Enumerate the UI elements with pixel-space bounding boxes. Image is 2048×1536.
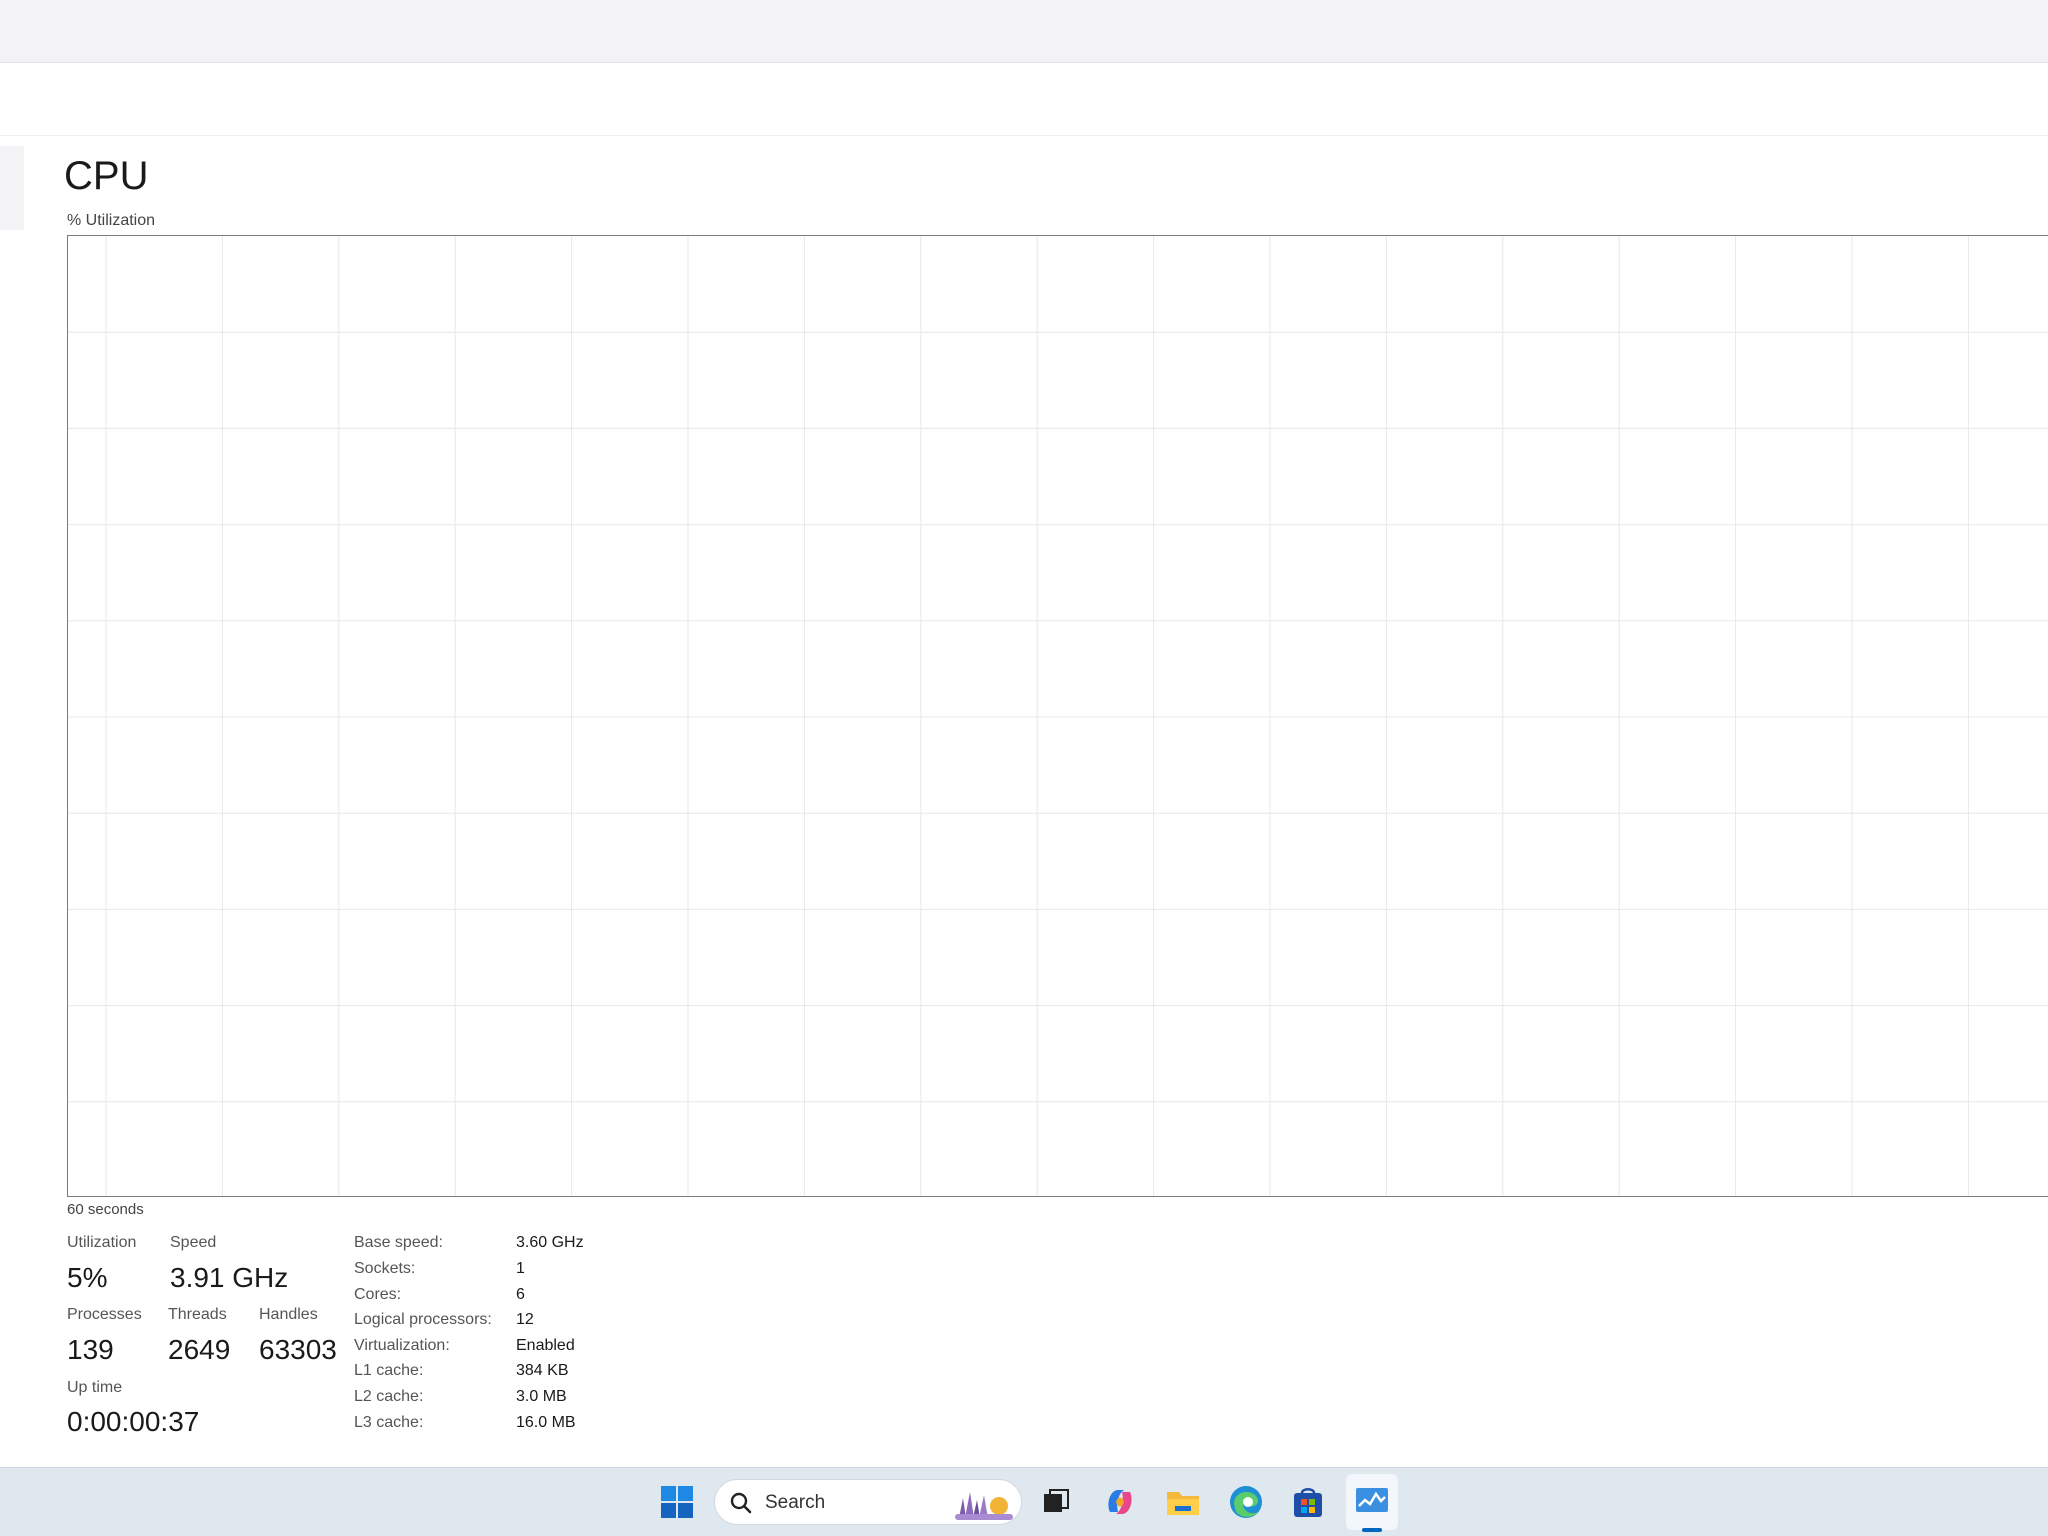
store-icon[interactable] xyxy=(1288,1482,1328,1522)
utilization-axis-label: % Utilization xyxy=(67,212,156,229)
utilization-label: Utilization xyxy=(67,1234,137,1251)
threads-value: 2649 xyxy=(168,1334,231,1365)
spec-value: 16.0 MB xyxy=(516,1414,576,1431)
taskbar: Search xyxy=(0,1467,2048,1536)
task-manager-icon[interactable] xyxy=(1352,1482,1392,1522)
search-highlight-icon xyxy=(955,1492,1013,1520)
speed-label: Speed xyxy=(170,1234,217,1251)
spec-label: L2 cache: xyxy=(354,1388,424,1405)
spec-value: 3.0 MB xyxy=(516,1388,567,1405)
processes-label: Processes xyxy=(67,1306,142,1323)
graph-grid xyxy=(68,236,2048,1196)
spec-label: Virtualization: xyxy=(354,1337,450,1354)
threads-label: Threads xyxy=(168,1306,227,1323)
handles-value: 63303 xyxy=(259,1334,337,1365)
handles-label: Handles xyxy=(259,1306,318,1323)
uptime-label: Up time xyxy=(67,1379,123,1396)
taskbar-search-box[interactable]: Search xyxy=(714,1479,1022,1525)
copilot-icon[interactable] xyxy=(1100,1482,1140,1522)
sidebar-selected-item[interactable] xyxy=(0,146,24,230)
spec-label: Base speed: xyxy=(354,1234,443,1251)
search-icon xyxy=(730,1492,752,1514)
spec-value: 3.60 GHz xyxy=(516,1234,584,1251)
uptime-value: 0:00:00:37 xyxy=(67,1406,200,1437)
search-label: Search xyxy=(765,1492,826,1513)
spec-label: L3 cache: xyxy=(354,1414,424,1431)
active-app-indicator xyxy=(1362,1528,1382,1532)
speed-value: 3.91 GHz xyxy=(170,1262,289,1293)
spec-label: Logical processors: xyxy=(354,1311,492,1328)
file-explorer-icon[interactable] xyxy=(1163,1482,1203,1522)
time-window-label: 60 seconds xyxy=(67,1201,144,1218)
spec-value: 12 xyxy=(516,1311,534,1328)
utilization-value: 5% xyxy=(67,1262,108,1293)
task-view-icon[interactable] xyxy=(1036,1482,1076,1522)
title-bar xyxy=(0,0,2048,63)
edge-icon[interactable] xyxy=(1226,1482,1266,1522)
spec-label: Cores: xyxy=(354,1286,402,1303)
spec-label: L1 cache: xyxy=(354,1362,424,1379)
processes-value: 139 xyxy=(67,1334,114,1365)
spec-label: Sockets: xyxy=(354,1260,416,1277)
windows-start-icon[interactable] xyxy=(657,1482,697,1522)
spec-value: 6 xyxy=(516,1286,525,1303)
spec-value: 1 xyxy=(516,1260,525,1277)
cpu-utilization-graph xyxy=(67,235,2048,1197)
spec-value: Enabled xyxy=(516,1337,575,1354)
page-title: CPU xyxy=(64,154,149,198)
toolbar xyxy=(0,63,2048,136)
spec-value: 384 KB xyxy=(516,1362,569,1379)
